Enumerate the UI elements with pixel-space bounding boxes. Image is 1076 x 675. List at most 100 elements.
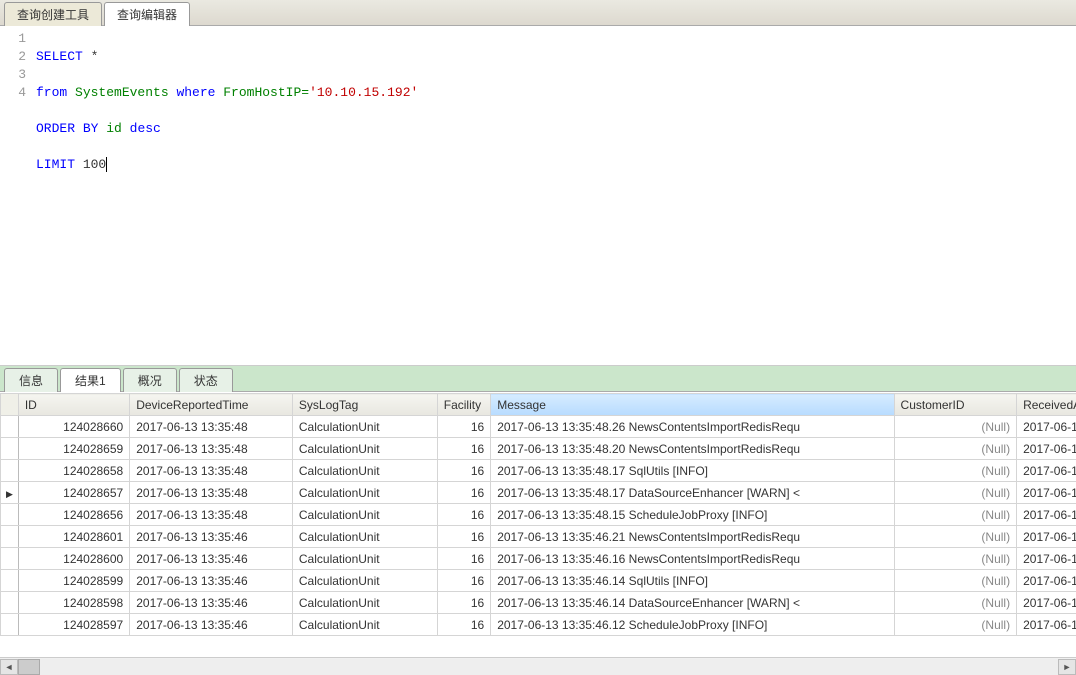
cell-receivedat[interactable]: 2017-06-13 13:35:48 (1017, 416, 1076, 438)
table-row[interactable]: 1240285972017-06-13 13:35:46CalculationU… (1, 614, 1076, 636)
row-header[interactable] (1, 504, 19, 526)
sql-editor[interactable]: 1 2 3 4 SELECT * from SystemEvents where… (0, 26, 1076, 366)
cell-facility[interactable]: 16 (437, 504, 490, 526)
row-header-corner[interactable] (1, 394, 19, 416)
tab-query-creator[interactable]: 查询创建工具 (4, 2, 102, 26)
row-header[interactable] (1, 460, 19, 482)
cell-syslogtag[interactable]: CalculationUnit (292, 460, 437, 482)
cell-customerid[interactable]: (Null) (894, 570, 1017, 592)
cell-facility[interactable]: 16 (437, 438, 490, 460)
cell-id[interactable]: 124028660 (18, 416, 129, 438)
cell-customerid[interactable]: (Null) (894, 548, 1017, 570)
cell-id[interactable]: 124028600 (18, 548, 129, 570)
row-header[interactable] (1, 614, 19, 636)
tab-profile[interactable]: 概况 (123, 368, 177, 392)
tab-status[interactable]: 状态 (179, 368, 233, 392)
row-header[interactable] (1, 592, 19, 614)
cell-customerid[interactable]: (Null) (894, 592, 1017, 614)
scroll-left-button[interactable]: ◄ (0, 659, 18, 675)
row-header[interactable] (1, 416, 19, 438)
row-header[interactable] (1, 526, 19, 548)
cell-receivedat[interactable]: 2017-06-13 13:35:46 (1017, 526, 1076, 548)
cell-message[interactable]: 2017-06-13 13:35:48.26 NewsContentsImpor… (491, 416, 894, 438)
cell-customerid[interactable]: (Null) (894, 438, 1017, 460)
table-row[interactable]: 1240286002017-06-13 13:35:46CalculationU… (1, 548, 1076, 570)
col-header-receivedat[interactable]: ReceivedAt (1017, 394, 1076, 416)
cell-facility[interactable]: 16 (437, 416, 490, 438)
cell-syslogtag[interactable]: CalculationUnit (292, 526, 437, 548)
cell-message[interactable]: 2017-06-13 13:35:48.20 NewsContentsImpor… (491, 438, 894, 460)
cell-id[interactable]: 124028657 (18, 482, 129, 504)
table-row[interactable]: 1240286562017-06-13 13:35:48CalculationU… (1, 504, 1076, 526)
table-row[interactable]: 1240285982017-06-13 13:35:46CalculationU… (1, 592, 1076, 614)
cell-devicereportedtime[interactable]: 2017-06-13 13:35:48 (130, 482, 293, 504)
cell-customerid[interactable]: (Null) (894, 526, 1017, 548)
cell-receivedat[interactable]: 2017-06-13 13:35:46 (1017, 548, 1076, 570)
cell-id[interactable]: 124028601 (18, 526, 129, 548)
cell-facility[interactable]: 16 (437, 460, 490, 482)
col-header-syslogtag[interactable]: SysLogTag (292, 394, 437, 416)
cell-id[interactable]: 124028599 (18, 570, 129, 592)
cell-message[interactable]: 2017-06-13 13:35:48.17 DataSourceEnhance… (491, 482, 894, 504)
cell-id[interactable]: 124028659 (18, 438, 129, 460)
cell-devicereportedtime[interactable]: 2017-06-13 13:35:46 (130, 592, 293, 614)
cell-syslogtag[interactable]: CalculationUnit (292, 482, 437, 504)
table-row[interactable]: 1240286582017-06-13 13:35:48CalculationU… (1, 460, 1076, 482)
cell-devicereportedtime[interactable]: 2017-06-13 13:35:48 (130, 416, 293, 438)
cell-id[interactable]: 124028597 (18, 614, 129, 636)
row-header[interactable] (1, 548, 19, 570)
cell-receivedat[interactable]: 2017-06-13 13:35:48 (1017, 460, 1076, 482)
tab-query-editor[interactable]: 查询编辑器 (104, 2, 190, 26)
cell-facility[interactable]: 16 (437, 548, 490, 570)
table-row[interactable]: 1240286572017-06-13 13:35:48CalculationU… (1, 482, 1076, 504)
cell-facility[interactable]: 16 (437, 614, 490, 636)
cell-message[interactable]: 2017-06-13 13:35:46.21 NewsContentsImpor… (491, 526, 894, 548)
col-header-devicereportedtime[interactable]: DeviceReportedTime (130, 394, 293, 416)
cell-receivedat[interactable]: 2017-06-13 13:35:48 (1017, 438, 1076, 460)
results-grid[interactable]: ID DeviceReportedTime SysLogTag Facility… (0, 392, 1076, 657)
row-header[interactable] (1, 438, 19, 460)
cell-syslogtag[interactable]: CalculationUnit (292, 504, 437, 526)
tab-result1[interactable]: 结果1 (60, 368, 121, 392)
table-row[interactable]: 1240286602017-06-13 13:35:48CalculationU… (1, 416, 1076, 438)
cell-receivedat[interactable]: 2017-06-13 13:35:46 (1017, 570, 1076, 592)
cell-facility[interactable]: 16 (437, 592, 490, 614)
table-row[interactable]: 1240286592017-06-13 13:35:48CalculationU… (1, 438, 1076, 460)
cell-devicereportedtime[interactable]: 2017-06-13 13:35:48 (130, 460, 293, 482)
cell-devicereportedtime[interactable]: 2017-06-13 13:35:46 (130, 570, 293, 592)
tab-info[interactable]: 信息 (4, 368, 58, 392)
cell-id[interactable]: 124028656 (18, 504, 129, 526)
cell-message[interactable]: 2017-06-13 13:35:48.15 ScheduleJobProxy … (491, 504, 894, 526)
cell-customerid[interactable]: (Null) (894, 614, 1017, 636)
table-row[interactable]: 124028601 2017-06-13 13:35:46 CalculationU… (1, 526, 1076, 548)
table-row[interactable]: 1240285992017-06-13 13:35:46CalculationU… (1, 570, 1076, 592)
col-header-facility[interactable]: Facility (437, 394, 490, 416)
cell-id[interactable]: 124028598 (18, 592, 129, 614)
cell-devicereportedtime[interactable]: 2017-06-13 13:35:46 (130, 548, 293, 570)
row-header[interactable] (1, 570, 19, 592)
cell-customerid[interactable]: (Null) (894, 416, 1017, 438)
cell-syslogtag[interactable]: CalculationUnit (292, 548, 437, 570)
cell-message[interactable]: 2017-06-13 13:35:46.12 ScheduleJobProxy … (491, 614, 894, 636)
cell-devicereportedtime[interactable]: 2017-06-13 13:35:48 (130, 438, 293, 460)
cell-syslogtag[interactable]: CalculationUnit (292, 416, 437, 438)
cell-customerid[interactable]: (Null) (894, 460, 1017, 482)
cell-customerid[interactable]: (Null) (894, 504, 1017, 526)
cell-syslogtag[interactable]: CalculationUnit (292, 570, 437, 592)
cell-syslogtag[interactable]: CalculationUnit (292, 614, 437, 636)
cell-facility[interactable]: 16 (437, 526, 490, 548)
cell-message[interactable]: 2017-06-13 13:35:46.14 SqlUtils [INFO] (491, 570, 894, 592)
col-header-id[interactable]: ID (18, 394, 129, 416)
cell-message[interactable]: 2017-06-13 13:35:46.14 DataSourceEnhance… (491, 592, 894, 614)
cell-id[interactable]: 124028658 (18, 460, 129, 482)
scroll-thumb[interactable] (18, 659, 40, 675)
cell-message[interactable]: 2017-06-13 13:35:46.16 NewsContentsImpor… (491, 548, 894, 570)
cell-message[interactable]: 2017-06-13 13:35:48.17 SqlUtils [INFO] (491, 460, 894, 482)
cell-receivedat[interactable]: 2017-06-13 13:35:48 (1017, 482, 1076, 504)
col-header-customerid[interactable]: CustomerID (894, 394, 1017, 416)
horizontal-scrollbar[interactable]: ◄ ► (0, 657, 1076, 675)
scroll-track[interactable] (18, 659, 1058, 675)
col-header-message[interactable]: Message (491, 394, 894, 416)
cell-customerid[interactable]: (Null) (894, 482, 1017, 504)
scroll-right-button[interactable]: ► (1058, 659, 1076, 675)
